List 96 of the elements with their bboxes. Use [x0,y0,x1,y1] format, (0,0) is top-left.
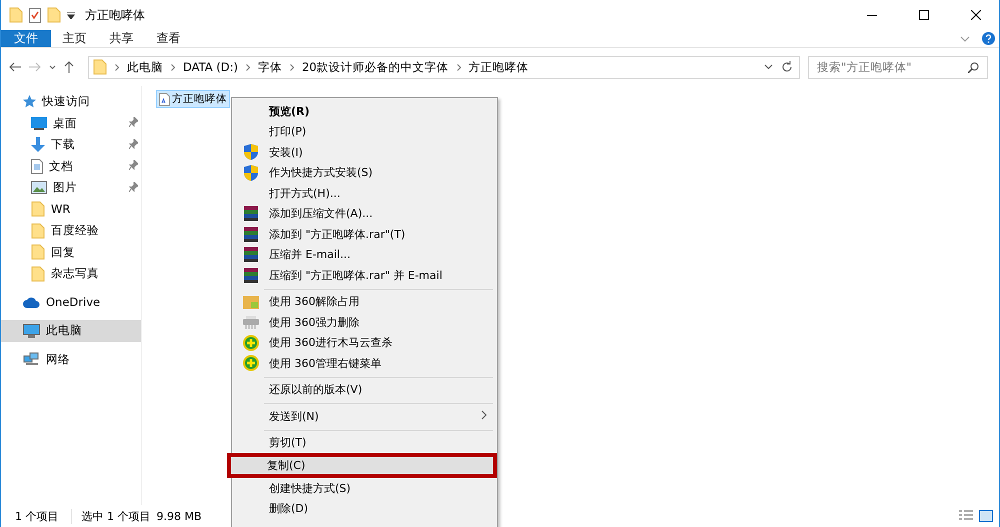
menu-item[interactable]: 发送到(N) [234,406,495,426]
breadcrumb[interactable]: 20款设计师必备的中文字体 [302,60,449,74]
pin-icon [129,117,138,128]
chevron-right-icon [456,64,461,70]
dropdown-caret-icon[interactable] [67,12,75,18]
status-text: 1 个项目 [15,508,72,524]
cloud-icon [23,296,40,308]
folder-icon [31,266,45,282]
menu-item[interactable]: 作为快捷方式安装(S) [234,162,495,183]
pin-icon [129,160,138,170]
sidebar-item[interactable]: 文档 [1,156,141,177]
computer-icon [23,324,40,338]
menu-item[interactable]: 删除(D) [234,498,495,519]
stacked-books-icon [244,247,258,262]
menu-item[interactable]: 打开方式(H)... [234,183,495,204]
desktop-icon [31,116,47,130]
sidebar-item[interactable]: 快速访问 [1,91,141,112]
status-text: 选中 1 个项目 [82,508,150,524]
menu-item[interactable]: 剪切(T) [234,432,495,453]
ribbon-tab[interactable]: 查看 [145,30,192,47]
menu-item[interactable]: 添加到压缩文件(A)... [234,204,495,224]
up-arrow-icon[interactable] [64,61,74,73]
folder-icon [243,294,259,309]
chevron-right-icon [290,64,294,70]
folder-icon [31,244,45,260]
plus-circle-icon [243,355,259,372]
sidebar-item[interactable]: WR [1,198,141,220]
menu-item[interactable]: 复制(C) [227,453,497,478]
chevron-right-icon [115,64,119,70]
minimize-icon[interactable] [867,14,877,16]
breadcrumb[interactable]: DATA (D:) [183,60,238,74]
maximize-icon[interactable] [919,10,929,20]
sidebar-item[interactable]: 下载 [1,134,141,156]
folder-icon [93,59,107,75]
folder-icon [31,201,45,218]
document-icon [31,158,43,174]
sidebar-item[interactable]: 图片 [1,177,141,198]
menu-item[interactable]: 打印(P) [234,122,495,142]
shredder-icon [243,316,259,329]
shield-icon [244,144,258,160]
menu-item[interactable]: 使用 360强力删除 [234,312,495,332]
stacked-books-icon [244,226,258,242]
sidebar-item[interactable]: 回复 [1,242,141,263]
stacked-books-icon [244,268,258,283]
pin-icon [129,138,138,149]
menu-item[interactable]: 添加到 "方正咆哮体.rar"(T) [234,224,495,244]
sidebar-item[interactable]: 百度经验 [1,220,141,242]
star-icon [23,95,36,108]
folder-icon [31,222,45,239]
ribbon-tab[interactable]: 共享 [98,30,145,47]
menu-item[interactable]: 使用 360进行木马云查杀 [234,332,495,353]
chevron-down-icon[interactable] [764,64,773,70]
folder-icon [47,7,61,23]
sidebar-item[interactable]: OneDrive [1,292,141,313]
menu-item[interactable]: 还原以前的版本(V) [234,380,495,400]
sidebar-item[interactable]: 网络 [1,348,141,370]
plus-circle-icon [243,334,259,351]
help-icon[interactable] [982,32,995,45]
picture-icon [31,181,47,194]
large-icons-view-icon[interactable] [979,510,993,522]
sidebar-item[interactable]: 桌面 [1,112,141,134]
pin-icon [129,182,138,192]
search-field[interactable]: 搜索"方正咆哮体" [808,56,988,78]
chevron-right-icon [246,64,250,70]
chevron-right-icon [481,410,487,420]
chevron-right-icon [171,64,175,70]
menu-item[interactable]: 压缩到 "方正咆哮体.rar" 并 E-mail [234,265,495,286]
ribbon-tab[interactable]: 文件 [1,30,51,47]
menu-item[interactable]: 预览(R) [234,101,495,122]
network-icon [23,352,40,366]
breadcrumb[interactable]: 方正咆哮体 [468,60,529,74]
menu-item[interactable]: 压缩并 E-mail... [234,244,495,265]
down-arrow-icon [31,137,45,152]
checkmark-document-icon [29,8,41,22]
menu-item[interactable]: 创建快捷方式(S) [234,478,495,498]
menu-item[interactable]: 使用 360管理右键菜单 [234,353,495,374]
back-arrow-icon[interactable] [9,62,21,72]
file-item[interactable]: 方正咆哮体 [156,90,230,108]
refresh-icon[interactable] [781,61,793,73]
window-title: 方正咆哮体 [85,6,146,24]
close-icon[interactable] [971,10,981,20]
shield-icon [244,164,258,181]
details-view-icon[interactable] [959,510,973,522]
ribbon-tab[interactable]: 主页 [51,30,98,47]
font-file-icon [159,92,170,106]
stacked-books-icon [244,206,258,222]
menu-item[interactable]: 使用 360解除占用 [234,292,495,312]
breadcrumb[interactable]: 此电脑 [127,60,163,74]
folder-icon [9,7,23,23]
chevron-down-icon[interactable] [49,64,56,70]
sidebar-item[interactable]: 杂志写真 [1,263,141,284]
menu-item[interactable]: 安装(I) [234,142,495,162]
status-text: 9.98 MB [156,510,203,522]
breadcrumb[interactable]: 字体 [258,60,282,74]
address-bar[interactable]: 此电脑 DATA (D:) 字体 20款设计师必备的中文字体 方正咆哮体 [88,56,800,78]
sidebar-item[interactable]: 此电脑 [1,320,141,342]
